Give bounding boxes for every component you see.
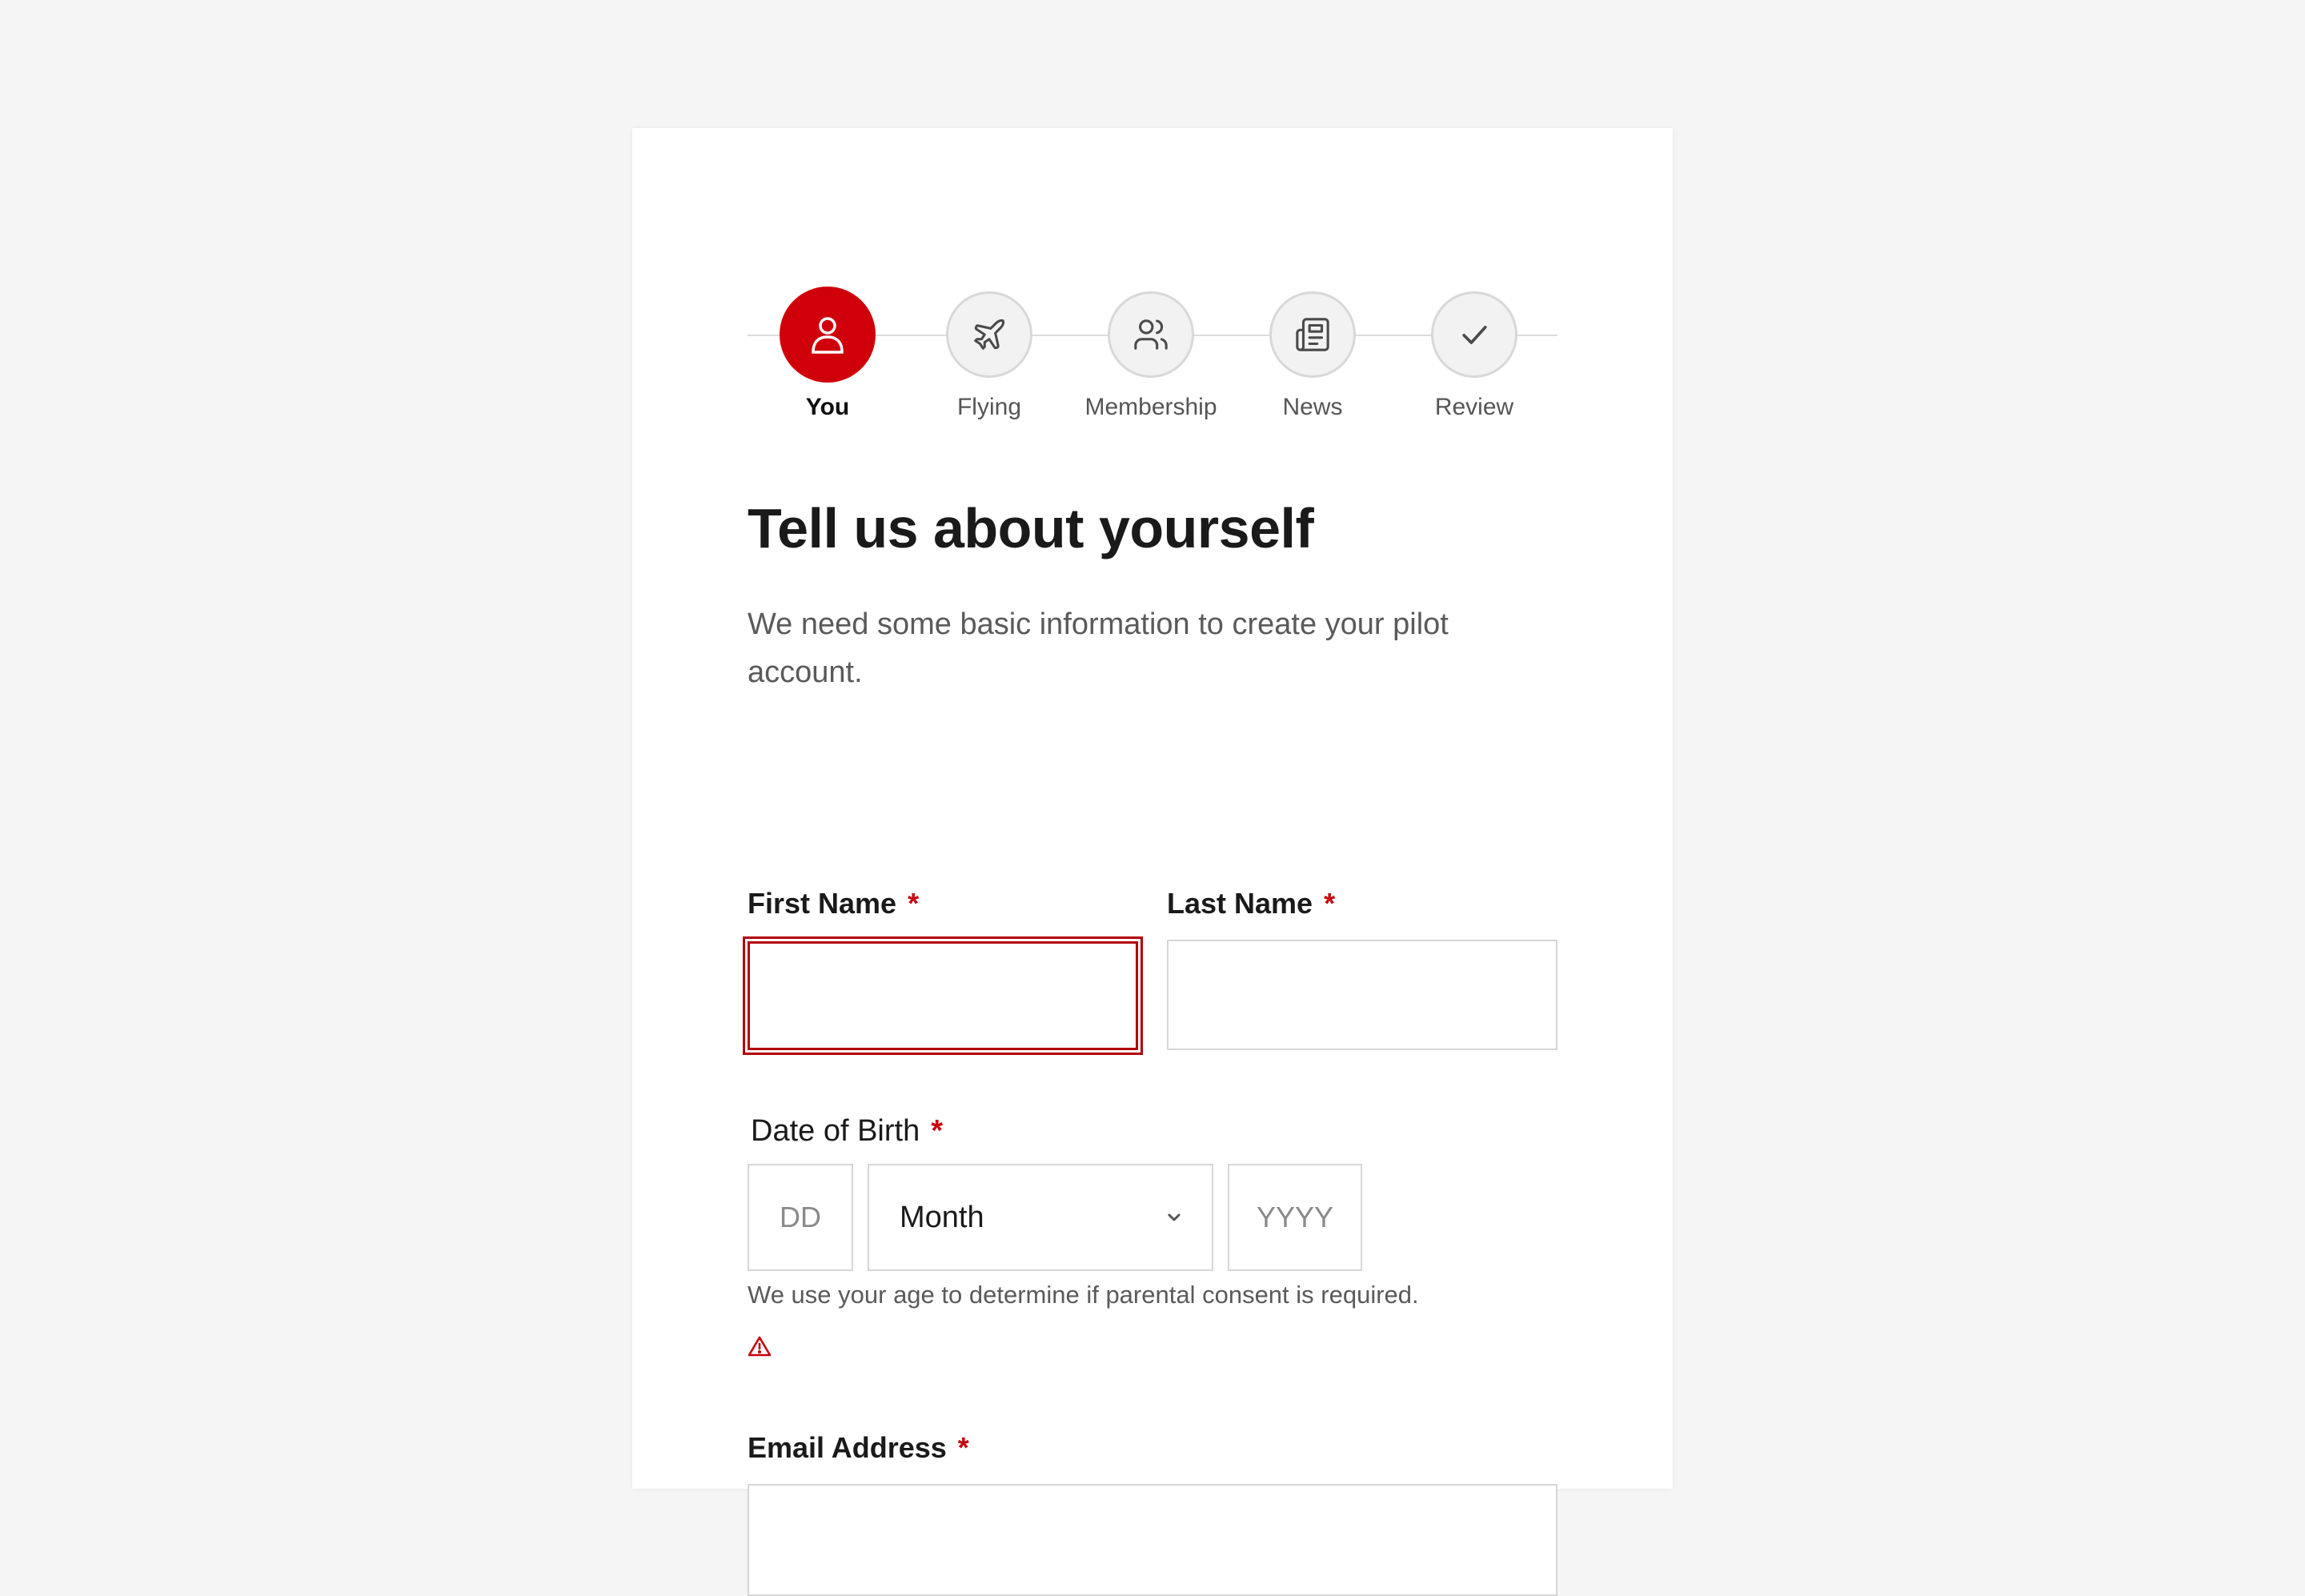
check-icon [1462,326,1487,344]
step-you-label: You [805,394,850,420]
required-asterisk: * [931,1114,944,1148]
first-name-input[interactable] [748,941,1138,1050]
email-label-text: Email Address [748,1431,947,1464]
required-asterisk: * [908,887,920,920]
dob-year-input[interactable] [1228,1164,1362,1271]
dob-hint: We use your age to determine if parental… [748,1281,1419,1309]
step-review-label: Review [1434,394,1514,420]
newspaper-icon [1296,318,1329,351]
dob-label-text: Date of Birth [751,1114,920,1148]
step-news-circle [1269,291,1356,378]
required-asterisk: * [957,1431,969,1464]
page-title: Tell us about yourself [748,497,1314,559]
step-news-label: News [1282,394,1343,420]
dob-month-value: Month [900,1200,984,1234]
first-name-label-text: First Name [748,887,897,920]
step-flying-circle [946,291,1032,378]
last-name-label-text: Last Name [1167,887,1313,920]
last-name-input[interactable] [1167,940,1557,1050]
progress-stepper: You Flying Membership News Review [748,240,1557,420]
last-name-label: Last Name * [1167,887,1335,920]
step-you-circle [780,287,876,383]
user-icon [812,317,844,354]
page-subtitle: We need some basic information to create… [748,608,1449,689]
step-membership-circle [1108,291,1194,378]
signup-card: You Flying Membership News Review Tell u… [632,128,1673,1596]
email-label: Email Address * [748,1431,969,1465]
plane-icon [974,319,1005,350]
warning-icon [748,1336,772,1357]
dob-day-input[interactable] [748,1164,853,1271]
step-flying-label: Flying [956,394,1022,420]
chevron-down-icon [1168,1213,1181,1221]
first-name-label: First Name * [748,887,919,920]
email-input[interactable] [748,1484,1557,1596]
step-review-circle [1431,291,1517,378]
dob-month-select[interactable]: Month [868,1164,1213,1271]
users-icon [1134,319,1168,350]
required-asterisk: * [1324,887,1336,920]
step-membership-label: Membership [1084,394,1217,420]
dob-label: Date of Birth * [751,1114,943,1149]
